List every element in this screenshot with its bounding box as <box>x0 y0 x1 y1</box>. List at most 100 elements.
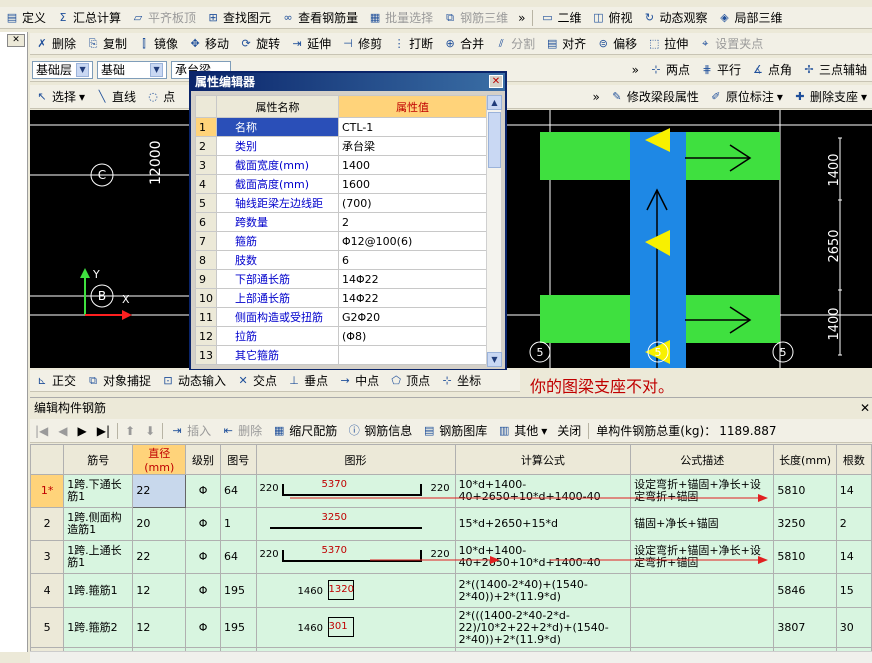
table-row[interactable]: 1* 1跨.下通长筋1 22 Φ 64 5370 220 220 10*d+1400-40+26… <box>29 474 872 508</box>
dialog-scrollbar[interactable]: ▲ ▼ <box>486 95 502 367</box>
property-value[interactable]: (700) <box>338 193 487 213</box>
edit-button-6[interactable]: ⊣ 修剪 <box>336 34 387 54</box>
cell-name[interactable]: 1跨.上通长筋1 <box>63 540 134 574</box>
overflow-button[interactable]: » <box>627 60 644 80</box>
move-down-icon[interactable]: ⬇ <box>140 421 160 441</box>
edit-button-13[interactable]: ⌖ 设置夹点 <box>693 34 768 54</box>
property-row[interactable]: 2 类别 承台梁 <box>195 136 487 156</box>
table-row[interactable]: 4 1跨.箍筋1 12 Φ 195 1460 1320 2*((1400-2*40)+(154… <box>29 573 872 608</box>
property-value[interactable]: CTL-1 <box>338 117 487 137</box>
cell-name[interactable]: 1跨.下通长筋1 <box>63 474 134 508</box>
other-button[interactable]: ▥ 其他 ▾ <box>492 421 552 441</box>
snap-point-angle[interactable]: ∡ 点角 <box>746 60 797 80</box>
main-button-0[interactable]: ▤ 定义 <box>0 8 51 28</box>
scroll-down-icon[interactable]: ▼ <box>487 352 502 367</box>
cell-count[interactable]: 14 <box>835 540 872 574</box>
edit-button-2[interactable]: ⫿ 镜像 <box>132 34 183 54</box>
cell-grade[interactable]: Φ <box>185 474 221 508</box>
table-row[interactable]: 3 1跨.上通长筋1 22 Φ 64 5370 220 220 10*d+1400-40+265… <box>29 540 872 574</box>
edit-button-10[interactable]: ▤ 对齐 <box>540 34 591 54</box>
edit-button-4[interactable]: ⟳ 旋转 <box>234 34 285 54</box>
property-value[interactable]: (Φ8) <box>338 326 487 346</box>
scale-rebar-button[interactable]: ▦ 缩尺配筋 <box>267 421 342 441</box>
main-button-8[interactable]: ◫ 俯视 <box>586 8 637 28</box>
cell-len[interactable]: 3807 <box>773 607 837 648</box>
edit-button-11[interactable]: ⊜ 偏移 <box>591 34 642 54</box>
property-value[interactable]: 1600 <box>338 174 487 194</box>
point-button[interactable]: ◌ 点 <box>141 87 180 107</box>
prev-record-icon[interactable]: ◀ <box>53 421 72 441</box>
modify-segment-button[interactable]: ✎ 修改梁段属性 <box>605 87 704 107</box>
delete-row-button[interactable]: ⇤ 删除 <box>216 421 267 441</box>
cell-name[interactable]: 1跨.侧面构造筋1 <box>63 507 134 541</box>
cell-len[interactable]: 5810 <box>773 474 837 508</box>
cell-grade[interactable]: Φ <box>185 607 221 648</box>
cell-fig[interactable]: 64 <box>219 474 257 508</box>
property-row[interactable]: 1 名称 CTL-1 <box>195 117 487 137</box>
main-button-6[interactable]: ⧉ 钢筋三维 <box>438 8 513 28</box>
cell-desc[interactable] <box>630 573 775 608</box>
property-row[interactable]: 11 侧面构造或受扭筋 G2Φ20 <box>195 307 487 327</box>
overflow-button-2[interactable]: » <box>588 87 605 107</box>
edit-button-12[interactable]: ⬚ 拉伸 <box>642 34 693 54</box>
edit-button-7[interactable]: ⋮ 打断 <box>387 34 438 54</box>
cell-formula[interactable]: 10*d+1400-40+2650+10*d+1400-40 <box>454 540 632 574</box>
scroll-up-icon[interactable]: ▲ <box>487 95 502 110</box>
next-record-icon[interactable]: ▶ <box>73 421 92 441</box>
cell-formula[interactable]: 2*(((1400-2*40-2*d-22)/10*2+22+2*d)+(154… <box>454 607 632 648</box>
main-button-1[interactable]: Σ 汇总计算 <box>51 8 126 28</box>
snap-toggle-3[interactable]: ✕ 交点 <box>231 371 282 391</box>
property-row[interactable]: 9 下部通长筋 14Φ22 <box>195 269 487 289</box>
main-button-10[interactable]: ◈ 局部三维 <box>713 8 788 28</box>
cell-grade[interactable]: Φ <box>185 540 221 574</box>
cell-formula[interactable]: 10*d+1400-40+2650+10*d+1400-40 <box>454 474 632 508</box>
property-value[interactable]: 2 <box>338 212 487 232</box>
property-row[interactable]: 8 肢数 6 <box>195 250 487 270</box>
property-row[interactable]: 6 跨数量 2 <box>195 212 487 232</box>
cell-fig[interactable]: 195 <box>219 573 257 608</box>
close-icon[interactable]: ✕ <box>489 75 503 88</box>
cell-fig[interactable]: 1 <box>219 507 257 541</box>
property-row[interactable]: 7 箍筋 Φ12@100(6) <box>195 231 487 251</box>
property-value[interactable]: Φ12@100(6) <box>338 231 487 251</box>
scroll-thumb[interactable] <box>488 112 501 168</box>
first-record-icon[interactable]: |◀ <box>30 421 53 441</box>
main-button-4[interactable]: ∞ 查看钢筋量 <box>276 8 363 28</box>
cell-dia[interactable]: 20 <box>132 507 187 541</box>
close-panel-button[interactable]: 关闭 <box>552 421 586 441</box>
panel-close-icon[interactable]: ✕ <box>860 398 870 418</box>
category-select[interactable]: 基础 ▼ <box>97 60 168 79</box>
cell-count[interactable]: 14 <box>835 474 872 508</box>
cell-name[interactable]: 1跨.箍筋2 <box>63 607 134 648</box>
cell-desc[interactable]: 设定弯折+锚固+净长+设定弯折+锚固 <box>630 540 775 574</box>
edit-button-9[interactable]: ⫽ 分割 <box>489 34 540 54</box>
delete-support-button[interactable]: ✚ 删除支座 ▾ <box>788 87 872 107</box>
property-value[interactable]: 6 <box>338 250 487 270</box>
line-button[interactable]: ╲ 直线 <box>90 87 141 107</box>
cell-fig[interactable]: 64 <box>219 540 257 574</box>
cell-len[interactable]: 5810 <box>773 540 837 574</box>
edit-button-0[interactable]: ✗ 删除 <box>30 34 81 54</box>
snap-three-point[interactable]: ✢ 三点辅轴 <box>797 60 872 80</box>
property-value[interactable]: 1400 <box>338 155 487 175</box>
in-situ-label-button[interactable]: ✐ 原位标注 ▾ <box>704 87 788 107</box>
cell-fig[interactable]: 195 <box>219 607 257 648</box>
cell-name[interactable]: 1跨.箍筋1 <box>63 573 134 608</box>
horizontal-scrollbar[interactable] <box>30 651 872 663</box>
snap-toggle-2[interactable]: ⊡ 动态输入 <box>156 371 231 391</box>
cell-formula[interactable]: 2*((1400-2*40)+(1540-2*40))+2*(11.9*d) <box>454 573 632 608</box>
snap-two-point[interactable]: ⊹ 两点 <box>644 60 695 80</box>
property-value[interactable]: 14Φ22 <box>338 269 487 289</box>
cell-grade[interactable]: Φ <box>185 507 221 541</box>
cell-desc[interactable]: 设定弯折+锚固+净长+设定弯折+锚固 <box>630 474 775 508</box>
cell-grade[interactable]: Φ <box>185 573 221 608</box>
snap-parallel[interactable]: ⋕ 平行 <box>695 60 746 80</box>
snap-toggle-4[interactable]: ⊥ 垂点 <box>282 371 333 391</box>
insert-button[interactable]: ⇥ 插入 <box>165 421 216 441</box>
property-value[interactable]: 承台梁 <box>338 136 487 156</box>
cell-dia[interactable]: 12 <box>132 573 187 608</box>
property-value[interactable] <box>338 345 487 365</box>
move-up-icon[interactable]: ⬆ <box>120 421 140 441</box>
property-row[interactable]: 13 其它箍筋 <box>195 345 487 365</box>
edit-button-1[interactable]: ⎘ 复制 <box>81 34 132 54</box>
